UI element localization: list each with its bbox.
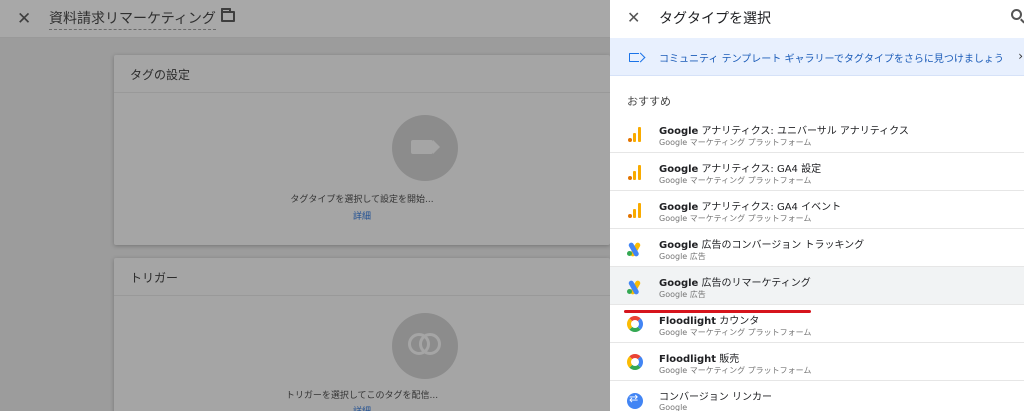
- item-subtitle: Google 広告: [659, 252, 706, 261]
- tag-placeholder-circle[interactable]: [392, 115, 458, 181]
- tag-outline-icon: [629, 53, 639, 62]
- list-item[interactable]: Google アナリティクス: GA4 設定 Google マーケティング プラ…: [610, 153, 1024, 191]
- item-subtitle: Google マーケティング プラットフォーム: [659, 176, 812, 185]
- item-subtitle: Google: [659, 403, 688, 411]
- item-subtitle: Google マーケティング プラットフォーム: [659, 366, 812, 375]
- trigger-card[interactable]: トリガー トリガーを選択してこのタグを配信... 詳細: [114, 258, 610, 411]
- item-name: Google アナリティクス: GA4 イベント: [659, 202, 842, 213]
- item-name: Google 広告のコンバージョン トラッキング: [659, 240, 865, 251]
- list-item[interactable]: Google 広告のコンバージョン トラッキング Google 広告: [610, 229, 1024, 267]
- banner-text: コミュニティ テンプレート ギャラリーでタグタイプをさらに見つけましょう: [659, 54, 1004, 65]
- analytics-icon: [626, 163, 644, 181]
- analytics-icon: [626, 125, 644, 143]
- item-name: Google アナリティクス: ユニバーサル アナリティクス: [659, 126, 909, 137]
- chevron-right-icon: ›: [1018, 49, 1023, 63]
- item-name: Floodlight カウンタ: [659, 316, 760, 327]
- close-panel-icon[interactable]: ✕: [627, 8, 640, 27]
- analytics-icon: [626, 201, 644, 219]
- section-label: おすすめ: [627, 95, 671, 108]
- item-subtitle: Google 広告: [659, 290, 706, 299]
- floodlight-icon: [627, 354, 643, 370]
- item-subtitle: Google マーケティング プラットフォーム: [659, 328, 812, 337]
- floodlight-icon: [627, 316, 643, 332]
- tag-config-hint: タグタイプを選択して設定を開始...: [290, 195, 434, 205]
- highlight-underline: [624, 310, 811, 313]
- tag-name-title[interactable]: 資料請求リマーケティング: [49, 8, 216, 30]
- folder-icon[interactable]: [221, 8, 235, 22]
- list-item[interactable]: Google アナリティクス: GA4 イベント Google マーケティング …: [610, 191, 1024, 229]
- item-name: Google 広告のリマーケティング: [659, 278, 811, 289]
- editor-toolbar: ✕ 資料請求リマーケティング: [0, 0, 610, 38]
- tag-label-icon: [411, 140, 440, 154]
- panel-header: ✕ タグタイプを選択: [610, 0, 1024, 38]
- tag-type-list: Google アナリティクス: ユニバーサル アナリティクス Google マー…: [610, 115, 1024, 411]
- tag-config-heading: タグの設定: [114, 55, 610, 93]
- trigger-learn-more-link[interactable]: 詳細: [114, 404, 610, 411]
- item-subtitle: Google マーケティング プラットフォーム: [659, 214, 812, 223]
- panel-title: タグタイプを選択: [659, 11, 771, 27]
- list-item[interactable]: コンバージョン リンカー Google: [610, 381, 1024, 411]
- conversion-linker-icon: [627, 392, 643, 409]
- close-icon[interactable]: ✕: [17, 9, 31, 29]
- trigger-rings-icon: [408, 329, 442, 363]
- trigger-placeholder-circle[interactable]: [392, 313, 458, 379]
- item-name: コンバージョン リンカー: [659, 392, 772, 403]
- community-gallery-banner[interactable]: コミュニティ テンプレート ギャラリーでタグタイプをさらに見つけましょう ›: [610, 38, 1024, 76]
- list-item[interactable]: Floodlight 販売 Google マーケティング プラットフォーム: [610, 343, 1024, 381]
- list-item[interactable]: Google アナリティクス: ユニバーサル アナリティクス Google マー…: [610, 115, 1024, 153]
- google-ads-icon: [626, 277, 644, 296]
- search-icon[interactable]: [1011, 9, 1022, 20]
- trigger-hint: トリガーを選択してこのタグを配信...: [285, 391, 439, 401]
- trigger-heading: トリガー: [114, 258, 610, 296]
- tag-config-learn-more-link[interactable]: 詳細: [114, 209, 610, 222]
- list-item-selected[interactable]: Google 広告のリマーケティング Google 広告: [610, 267, 1024, 305]
- google-ads-icon: [626, 239, 644, 258]
- item-subtitle: Google マーケティング プラットフォーム: [659, 138, 812, 147]
- item-name: Google アナリティクス: GA4 設定: [659, 164, 822, 175]
- tag-config-card[interactable]: タグの設定 タグタイプを選択して設定を開始... 詳細: [114, 55, 610, 245]
- item-name: Floodlight 販売: [659, 354, 740, 365]
